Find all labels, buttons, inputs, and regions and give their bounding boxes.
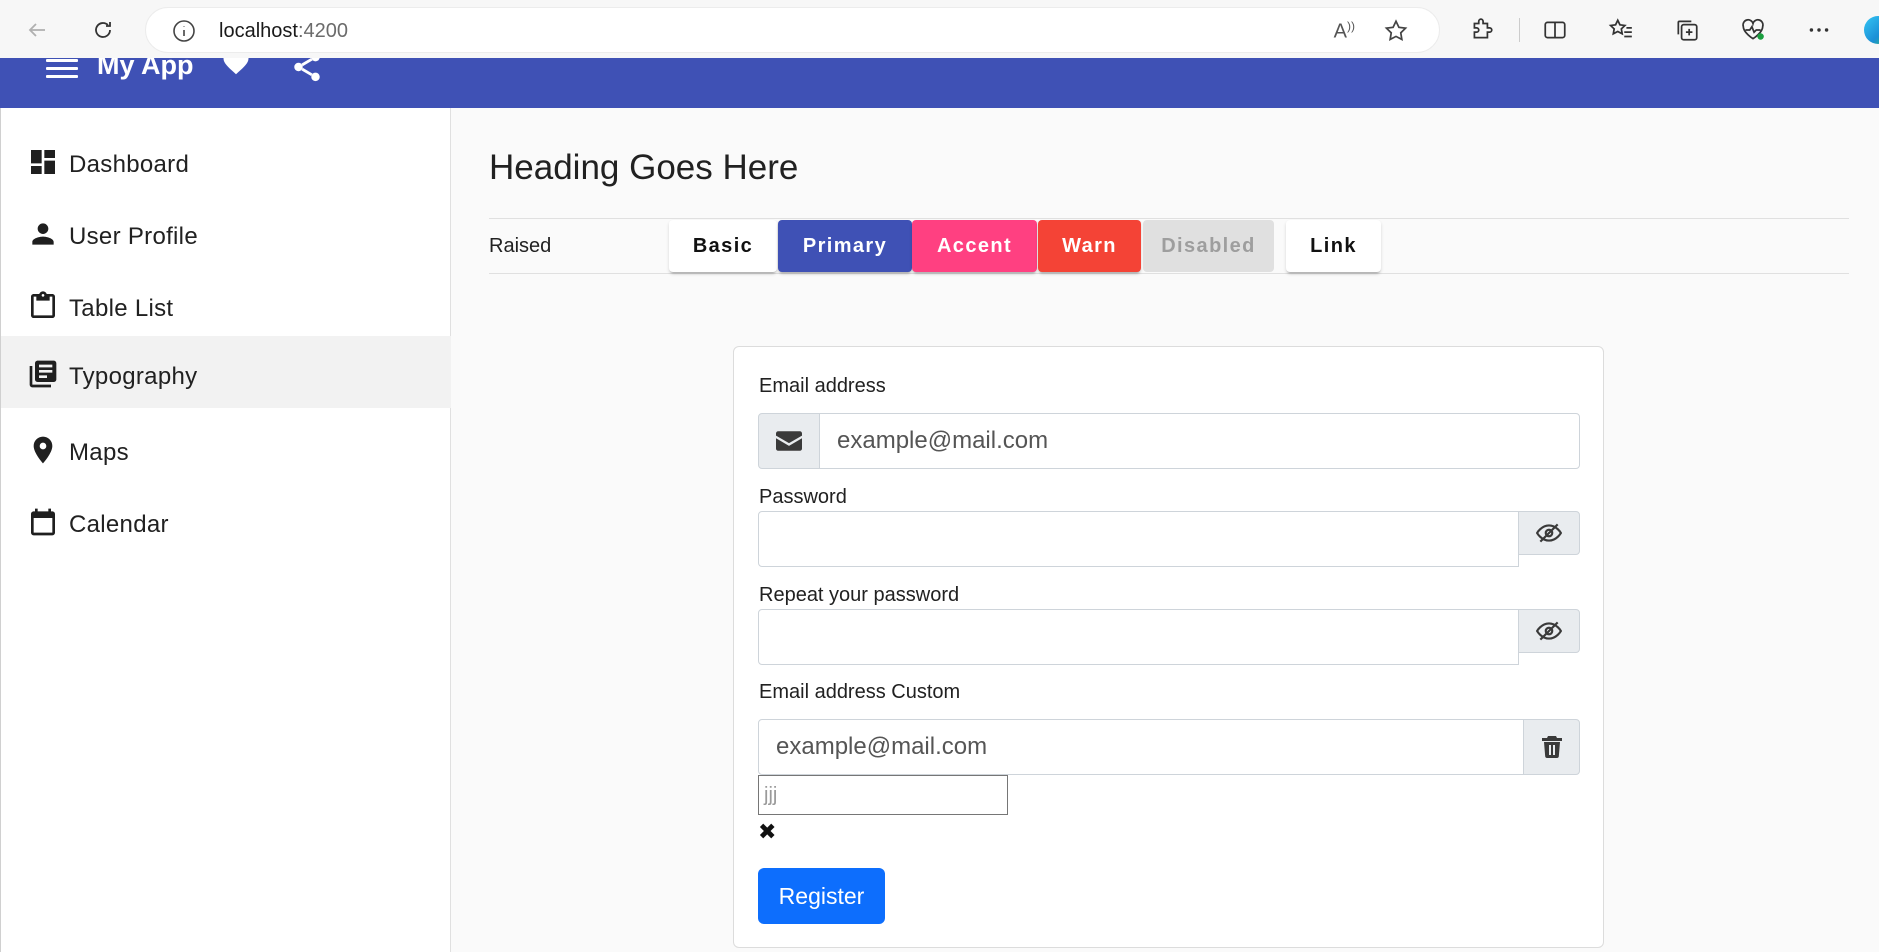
sidebar-nav: Dashboard User Profile Table List Typogr… <box>0 108 451 952</box>
library-books-icon <box>29 360 57 388</box>
accent-button[interactable]: Accent <box>912 220 1037 272</box>
back-button[interactable] <box>19 12 55 48</box>
split-screen-icon <box>1544 21 1566 39</box>
envelope-icon <box>776 431 802 451</box>
basic-button[interactable]: Basic <box>669 220 777 272</box>
password-label: Password <box>759 486 847 508</box>
refresh-button[interactable] <box>85 12 121 48</box>
sidebar-item-label: Typography <box>69 363 198 390</box>
custom-email-input-group: example@mail.com <box>758 719 1580 775</box>
toolbar-divider <box>1519 18 1520 42</box>
close-icon[interactable]: ✖ <box>758 819 776 845</box>
address-bar[interactable]: localhost:4200 A)) <box>145 7 1440 53</box>
envelope-addon <box>758 413 820 469</box>
repeat-password-label: Repeat your password <box>759 584 960 606</box>
heart-icon[interactable] <box>221 58 251 78</box>
more-dots-icon <box>1809 28 1829 32</box>
disabled-button: Disabled <box>1143 220 1274 272</box>
browser-toolbar: localhost:4200 A)) <box>0 0 1879 60</box>
sidebar-item-calendar[interactable]: Calendar <box>1 484 451 556</box>
warn-button[interactable]: Warn <box>1038 220 1141 272</box>
menu-icon[interactable] <box>46 58 78 78</box>
register-button[interactable]: Register <box>758 868 885 924</box>
registration-form-card: Email address example@mail.com Password … <box>733 346 1604 948</box>
sidebar-item-label: User Profile <box>69 223 198 250</box>
toggle-password-visibility-button[interactable] <box>1518 511 1580 555</box>
back-arrow-icon <box>28 23 45 37</box>
calendar-icon <box>31 508 55 536</box>
password-input-group <box>758 511 1580 567</box>
share-icon[interactable] <box>290 58 324 84</box>
email-input-group: example@mail.com <box>758 413 1580 469</box>
custom-email-input[interactable]: example@mail.com <box>758 719 1524 775</box>
person-icon <box>32 223 54 245</box>
eye-slash-icon <box>1536 621 1562 641</box>
trash-icon <box>1541 736 1562 758</box>
app-toolbar: My App <box>0 58 1879 108</box>
collections-button[interactable] <box>1671 14 1703 46</box>
primary-button[interactable]: Primary <box>778 220 912 272</box>
favorites-list-icon <box>1608 18 1632 38</box>
read-aloud-icon[interactable]: A)) <box>1334 19 1355 44</box>
small-text-input[interactable]: jjj <box>758 775 1008 815</box>
extensions-button[interactable] <box>1466 14 1498 46</box>
sidebar-item-label: Calendar <box>69 511 169 538</box>
favorites-button[interactable] <box>1605 14 1637 46</box>
sidebar-item-maps[interactable]: Maps <box>1 412 451 484</box>
repeat-password-input-group <box>758 609 1580 665</box>
page-title: Heading Goes Here <box>489 148 799 187</box>
favorite-star-icon[interactable] <box>1383 18 1409 44</box>
puzzle-icon <box>1473 18 1493 39</box>
clipboard-icon <box>31 291 55 318</box>
sidebar-item-typography[interactable]: Typography <box>1 336 451 408</box>
sidebar-item-dashboard[interactable]: Dashboard <box>1 124 451 196</box>
sidebar-item-user-profile[interactable]: User Profile <box>1 196 451 268</box>
info-icon[interactable] <box>172 19 196 43</box>
url-text: localhost:4200 <box>219 20 348 42</box>
delete-button[interactable] <box>1523 719 1580 775</box>
dashboard-icon <box>31 150 55 174</box>
refresh-icon <box>95 22 111 38</box>
repeat-password-input[interactable] <box>758 609 1519 665</box>
raised-buttons-row: Raised Basic Primary Accent Warn Disable… <box>489 218 1849 274</box>
app-title: My App <box>97 58 194 80</box>
raised-label: Raised <box>489 235 552 257</box>
heartbeat-icon <box>1742 18 1764 40</box>
more-menu-button[interactable] <box>1803 14 1835 46</box>
location-pin-icon <box>33 436 53 464</box>
email-label: Email address <box>759 375 886 397</box>
sidebar-item-label: Table List <box>69 295 174 322</box>
collections-icon <box>1677 20 1698 41</box>
email-input[interactable]: example@mail.com <box>819 413 1580 469</box>
split-screen-button[interactable] <box>1539 14 1571 46</box>
password-input[interactable] <box>758 511 1519 567</box>
toggle-repeat-password-visibility-button[interactable] <box>1518 609 1580 653</box>
sidebar-item-label: Maps <box>69 439 129 466</box>
sidebar-item-label: Dashboard <box>69 151 190 178</box>
browser-essentials-button[interactable] <box>1737 14 1769 46</box>
copilot-icon[interactable] <box>1864 16 1879 44</box>
custom-email-label: Email address Custom <box>759 681 961 703</box>
eye-slash-icon <box>1536 523 1562 543</box>
link-button[interactable]: Link <box>1286 220 1381 272</box>
sidebar-item-table-list[interactable]: Table List <box>1 268 451 340</box>
